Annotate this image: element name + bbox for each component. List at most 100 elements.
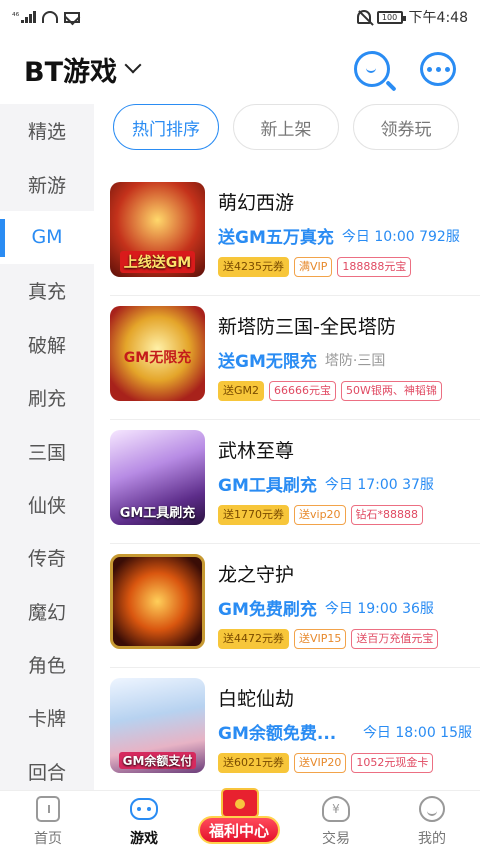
thumbnail-caption: 上线送GM xyxy=(119,251,196,273)
game-promo-row: GM免费刷充 今日 19:00 36服 xyxy=(218,595,472,620)
nav-trade-label: 交易 xyxy=(322,831,350,847)
tab-hot[interactable]: 热门排序 xyxy=(113,104,219,150)
coupon-tag: 送4472元券 xyxy=(218,629,289,649)
coupon-tag: 送4235元券 xyxy=(218,257,289,277)
gift-tag: 送百万充值元宝 xyxy=(351,629,439,649)
game-promo-row: GM余额免费... 今日 18:00 15服 xyxy=(218,719,472,744)
vip-tag: 送vip20 xyxy=(294,505,346,525)
sidebar-item-rpg[interactable]: 角色 xyxy=(0,638,94,691)
game-thumbnail[interactable] xyxy=(110,554,205,649)
server-open-time: 今日 19:00 36服 xyxy=(324,600,434,617)
thumbnail-caption: GM工具刷充 xyxy=(119,506,196,521)
game-item[interactable]: GM无限充 新塔防三国-全民塔防 送GM无限充 塔防·三国 送GM2 66666… xyxy=(110,296,480,420)
server-open-time: 今日 18:00 15服 xyxy=(362,724,472,741)
status-right: 100 下午4:48 xyxy=(356,7,468,27)
game-thumbnail[interactable]: GM余额支付 xyxy=(110,678,205,773)
game-name: 白蛇仙劫 xyxy=(218,688,295,710)
game-info: 白蛇仙劫 GM余额免费... 今日 18:00 15服 送6021元券 送VIP… xyxy=(218,684,472,773)
game-info: 龙之守护 GM免费刷充 今日 19:00 36服 送4472元券 送VIP15 … xyxy=(218,560,472,649)
sort-tabs: 热门排序 新上架 领券玩 xyxy=(113,104,459,150)
mute-icon xyxy=(356,10,371,24)
game-item[interactable]: GM工具刷充 武林至尊 GM工具刷充 今日 17:00 37服 送1770元券 … xyxy=(110,420,480,544)
message-icon[interactable] xyxy=(420,52,456,86)
game-name: 新塔防三国-全民塔防 xyxy=(218,316,396,338)
game-list: 上线送GM 萌幻西游 送GM五万真充 今日 10:00 792服 送4235元券… xyxy=(94,172,480,790)
server-open-time: 今日 17:00 37服 xyxy=(324,476,434,493)
chevron-down-icon[interactable] xyxy=(124,56,142,74)
game-item[interactable]: 龙之守护 GM免费刷充 今日 19:00 36服 送4472元券 送VIP15 … xyxy=(110,544,480,668)
nav-mine-label: 我的 xyxy=(418,831,446,847)
home-icon xyxy=(34,795,62,823)
server-open-time: 今日 10:00 792服 xyxy=(341,228,460,245)
game-info: 萌幻西游 送GM五万真充 今日 10:00 792服 送4235元券 满VIP … xyxy=(218,188,472,277)
game-name: 龙之守护 xyxy=(218,564,295,586)
gift-tag: 钻石*88888 xyxy=(350,505,424,525)
profile-icon xyxy=(418,795,446,823)
sidebar-item-xianxia[interactable]: 仙侠 xyxy=(0,478,94,531)
nav-games[interactable]: 游戏 xyxy=(96,791,192,854)
sidebar-item-new[interactable]: 新游 xyxy=(0,157,94,210)
header-actions xyxy=(354,51,456,87)
battery-level: 100 xyxy=(381,12,398,22)
game-thumbnail[interactable]: 上线送GM xyxy=(110,182,205,277)
sidebar-item-featured[interactable]: 精选 xyxy=(0,104,94,157)
sidebar-item-three-kingdoms[interactable]: 三国 xyxy=(0,424,94,477)
welfare-center-button[interactable]: 福利中心 xyxy=(196,786,282,850)
game-tags: 送4235元券 满VIP 188888元宝 xyxy=(218,257,472,277)
header: BT游戏 xyxy=(0,34,480,104)
game-promo-row: GM工具刷充 今日 17:00 37服 xyxy=(218,471,472,496)
page-title[interactable]: BT游戏 xyxy=(24,50,117,89)
gift-tag: 50W银两、神韬锦 xyxy=(341,381,442,401)
game-promo: 送GM五万真充 xyxy=(218,228,334,248)
sidebar-item-gm[interactable]: GM xyxy=(0,210,94,265)
game-promo: GM余额免费... xyxy=(218,724,337,744)
sidebar-item-recharge[interactable]: 刷充 xyxy=(0,371,94,424)
coupon-tag: 送6021元券 xyxy=(218,753,289,773)
game-tags: 送6021元券 送VIP20 1052元现金卡 xyxy=(218,753,472,773)
sidebar-item-turn-based[interactable]: 回合 xyxy=(0,745,94,790)
search-icon[interactable] xyxy=(354,51,390,87)
gift-tag: 1052元现金卡 xyxy=(351,753,434,773)
sidebar-item-real-recharge[interactable]: 真充 xyxy=(0,264,94,317)
wifi-icon xyxy=(42,11,59,23)
nav-trade[interactable]: ¥ 交易 xyxy=(288,791,384,854)
gamepad-icon xyxy=(130,795,158,823)
game-info: 新塔防三国-全民塔防 送GM无限充 塔防·三国 送GM2 66666元宝 50W… xyxy=(218,312,472,401)
app-screen: ⁴⁶ 100 下午4:48 BT游戏 精选 新游 GM 真充 破解 刷充 三国 … xyxy=(0,0,480,854)
gift-tag: 188888元宝 xyxy=(337,257,412,277)
sidebar-item-fantasy[interactable]: 魔幻 xyxy=(0,585,94,638)
category-sidebar: 精选 新游 GM 真充 破解 刷充 三国 仙侠 传奇 魔幻 角色 卡牌 回合 xyxy=(0,104,94,790)
game-info: 武林至尊 GM工具刷充 今日 17:00 37服 送1770元券 送vip20 … xyxy=(218,436,472,525)
vip-tag: 送VIP15 xyxy=(294,629,347,649)
vip-tag: 送VIP20 xyxy=(294,753,347,773)
game-name: 武林至尊 xyxy=(218,440,295,462)
game-item[interactable]: 上线送GM 萌幻西游 送GM五万真充 今日 10:00 792服 送4235元券… xyxy=(110,172,480,296)
tab-coupon[interactable]: 领券玩 xyxy=(353,104,459,150)
tab-new-release[interactable]: 新上架 xyxy=(233,104,339,150)
gift-tag: 66666元宝 xyxy=(269,381,337,401)
thumbnail-caption: GM无限充 xyxy=(123,350,192,366)
game-promo: GM工具刷充 xyxy=(218,476,317,496)
nav-home[interactable]: 首页 xyxy=(0,791,96,854)
signal-icon xyxy=(21,11,37,23)
network-type: ⁴⁶ xyxy=(12,12,20,22)
game-thumbnail[interactable]: GM无限充 xyxy=(110,306,205,401)
nav-mine[interactable]: 我的 xyxy=(384,791,480,854)
nav-home-label: 首页 xyxy=(34,831,62,847)
game-item[interactable]: GM余额支付 白蛇仙劫 GM余额免费... 今日 18:00 15服 送6021… xyxy=(110,668,480,790)
clock: 下午4:48 xyxy=(408,10,468,26)
battery-icon: 100 xyxy=(376,10,406,24)
status-bar: ⁴⁶ 100 下午4:48 xyxy=(0,0,480,34)
game-promo: GM免费刷充 xyxy=(218,600,317,620)
red-envelope-icon xyxy=(221,788,259,818)
game-tags: 送GM2 66666元宝 50W银两、神韬锦 xyxy=(218,381,472,401)
game-thumbnail[interactable]: GM工具刷充 xyxy=(110,430,205,525)
game-name: 萌幻西游 xyxy=(218,192,295,214)
trade-icon: ¥ xyxy=(322,795,350,823)
vip-tag: 满VIP xyxy=(294,257,333,277)
sidebar-item-cracked[interactable]: 破解 xyxy=(0,318,94,371)
sidebar-item-card[interactable]: 卡牌 xyxy=(0,691,94,744)
thumbnail-caption: GM余额支付 xyxy=(118,752,197,769)
sidebar-item-legend[interactable]: 传奇 xyxy=(0,531,94,584)
coupon-tag: 送1770元券 xyxy=(218,505,289,525)
